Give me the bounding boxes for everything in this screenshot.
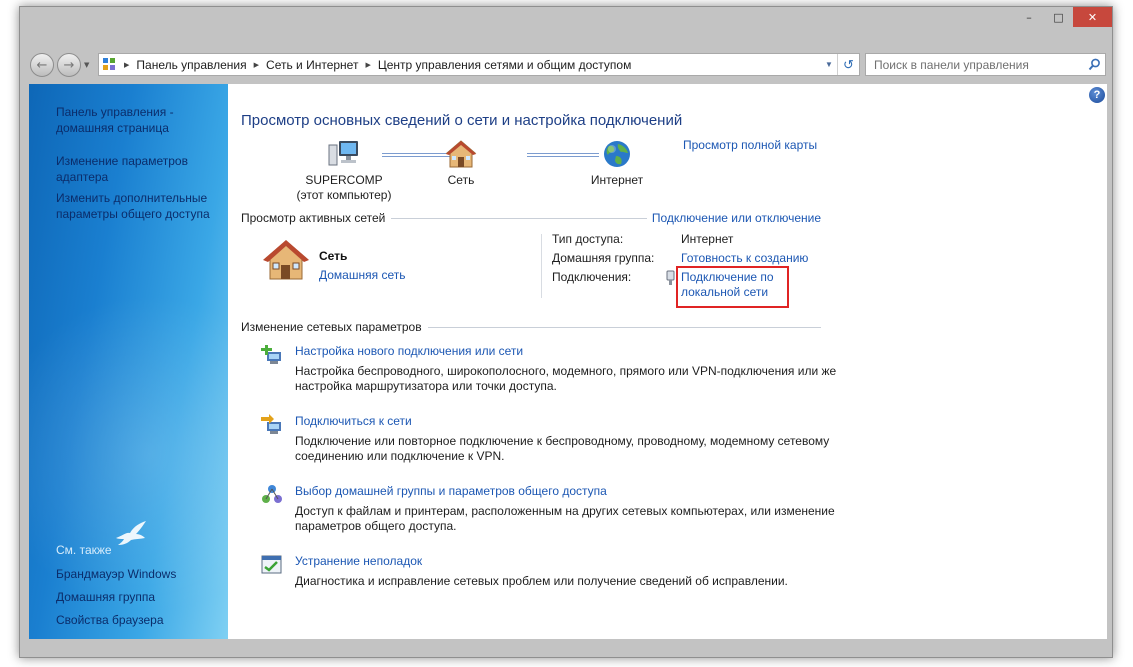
task-sidebar: Панель управления - домашняя страница Из… [29,84,228,639]
task-connect-to-network-link[interactable]: Подключиться к сети [295,414,412,428]
minimize-button[interactable]: – [1014,7,1044,27]
computer-icon [328,141,358,166]
sidebar-home-link[interactable]: Панель управления - домашняя страница [56,104,216,136]
access-type-label: Тип доступа: [552,232,624,246]
see-also-heading: См. также [56,543,112,557]
active-networks-title: Просмотр активных сетей [241,211,386,225]
control-panel-icon [103,57,117,72]
see-also-browser-properties-link[interactable]: Свойства браузера [56,612,164,628]
view-full-map-link[interactable]: Просмотр полной карты [683,138,817,152]
internet-label: Интернет [590,173,644,187]
home-network-icon [445,140,477,168]
task-description: Подключение или повторное подключение к … [295,434,830,463]
breadcrumb-network-internet[interactable]: Сеть и Интернет [266,58,358,72]
task-troubleshoot-link[interactable]: Устранение неполадок [295,554,422,568]
see-also-homegroup-link[interactable]: Домашняя группа [56,589,155,605]
search-input[interactable] [874,57,1083,72]
address-history-dropdown-icon[interactable]: ▼ [821,60,837,69]
breadcrumb-separator-icon[interactable]: ▶ [124,61,129,69]
active-network-name: Сеть [319,249,348,263]
task-description: Настройка беспроводного, широкополосного… [295,364,837,393]
breadcrumb-separator-icon[interactable]: ▶ [254,61,259,69]
map-network-node[interactable]: Сеть [431,139,491,188]
connect-to-network-icon [261,414,281,434]
sidebar-adapter-settings-link[interactable]: Изменение параметров адаптера [56,153,216,185]
sidebar-sharing-settings-link[interactable]: Изменить дополнительные параметры общего… [56,190,226,222]
forward-button[interactable]: → [57,53,81,77]
address-bar[interactable]: ▶ Панель управления ▶ Сеть и Интернет ▶ … [98,53,860,76]
homegroup-sharing-icon [262,485,282,503]
navigation-bar: ← → ▼ ▶ Панель управления ▶ Сеть и Интер… [27,51,1107,79]
search-icon[interactable] [1083,58,1105,71]
active-network-divider [541,234,542,298]
refresh-icon[interactable]: ↺ [837,54,859,75]
ethernet-plug-icon [666,270,675,285]
back-button[interactable]: ← [30,53,54,77]
map-internet-node[interactable]: Интернет [582,139,652,188]
network-label: Сеть [447,173,475,187]
internet-globe-icon [604,141,630,167]
homegroup-label: Домашняя группа: [552,251,655,265]
control-panel-window: – □ ✕ ← → ▼ ▶ Панель управления ▶ Сеть и… [19,6,1113,658]
maximize-button[interactable]: □ [1044,7,1073,27]
dove-decoration-icon [116,521,146,545]
page-title: Просмотр основных сведений о сети и наст… [241,112,683,129]
help-icon[interactable]: ? [1089,87,1105,103]
task-description: Доступ к файлам и принтерам, расположенн… [295,504,835,533]
computer-subtitle: (этот компьютер) [296,188,392,202]
home-network-large-icon [263,240,309,280]
task-new-connection-link[interactable]: Настройка нового подключения или сети [295,344,523,358]
breadcrumb-separator-icon[interactable]: ▶ [365,61,370,69]
close-button[interactable]: ✕ [1073,7,1112,27]
change-settings-title: Изменение сетевых параметров [241,320,422,334]
active-networks-header: Просмотр активных сетей Подключение или … [241,211,821,225]
map-computer-node[interactable]: SUPERCOMP (этот компьютер) [284,139,404,203]
search-box[interactable] [865,53,1106,76]
see-also-firewall-link[interactable]: Брандмауэр Windows [56,566,176,582]
troubleshoot-icon [261,555,282,574]
new-connection-icon [261,345,281,364]
breadcrumb-control-panel[interactable]: Панель управления [136,58,246,72]
recent-pages-dropdown-icon[interactable]: ▼ [84,61,89,69]
homegroup-link[interactable]: Готовность к созданию [681,251,808,265]
change-settings-header: Изменение сетевых параметров [241,320,821,334]
breadcrumb-network-center[interactable]: Центр управления сетями и общим доступом [378,58,632,72]
task-homegroup-sharing-link[interactable]: Выбор домашней группы и параметров общег… [295,484,607,498]
access-type-value: Интернет [681,232,734,246]
main-content: ? Просмотр основных сведений о сети и на… [228,84,1107,639]
task-description: Диагностика и исправление сетевых пробле… [295,574,788,588]
network-type-link[interactable]: Домашняя сеть [319,268,405,282]
computer-name: SUPERCOMP [305,173,383,187]
connect-disconnect-link[interactable]: Подключение или отключение [652,211,821,225]
local-area-connection-link[interactable]: Подключение по локальной сети [681,270,786,300]
connections-label: Подключения: [552,270,632,284]
